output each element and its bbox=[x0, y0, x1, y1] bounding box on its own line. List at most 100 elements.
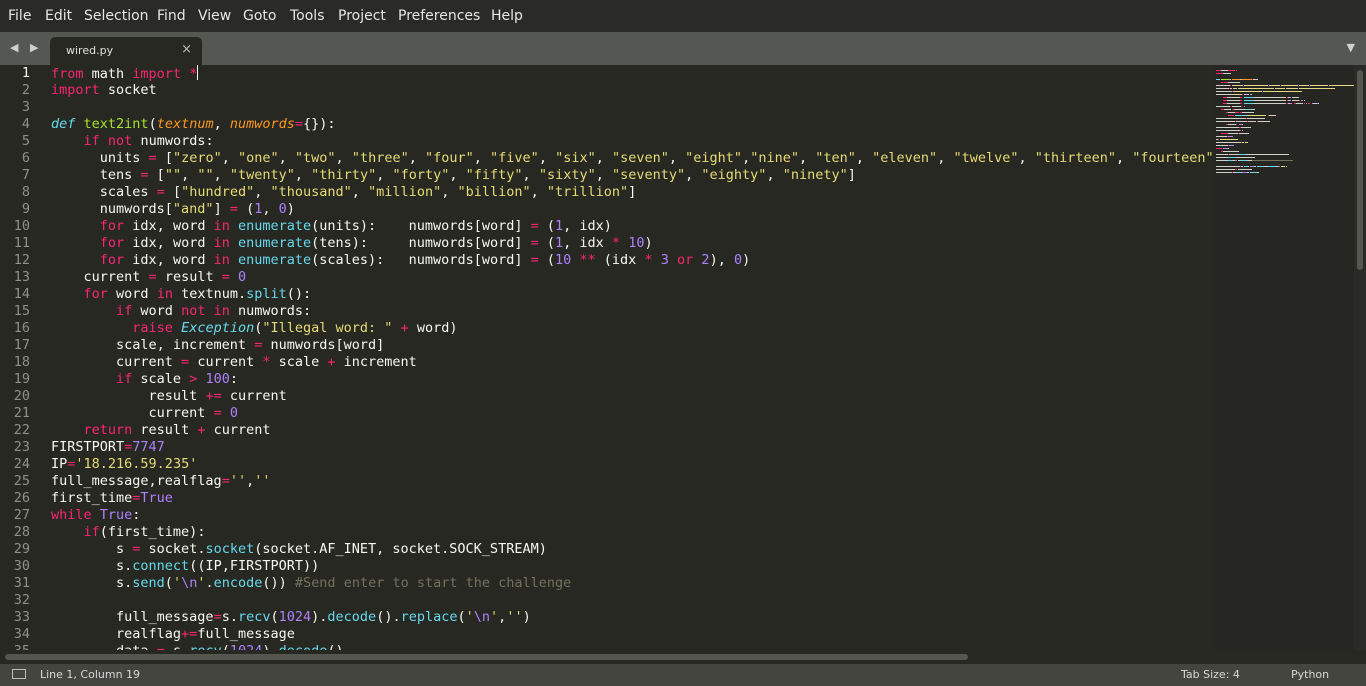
code-line[interactable]: 1 from math import * bbox=[0, 65, 1212, 82]
code-line[interactable]: 12 for idx, word in enumerate(scales): n… bbox=[0, 252, 1212, 269]
code-text[interactable]: scale, increment = numwords[word] bbox=[51, 337, 384, 354]
code-line[interactable]: 8 scales = ["hundred", "thousand", "mill… bbox=[0, 184, 1212, 201]
code-text[interactable]: def text2int(textnum, numwords={}): bbox=[51, 116, 336, 133]
code-text[interactable]: for idx, word in enumerate(units): numwo… bbox=[51, 218, 612, 235]
code-editor[interactable]: 1 from math import * 2 import socket 3 4 def t… bbox=[0, 65, 1212, 650]
code-line[interactable]: 16 raise Exception("Illegal word: " + wo… bbox=[0, 320, 1212, 337]
code-text[interactable]: full_message,realflag='','' bbox=[51, 473, 271, 490]
code-text[interactable]: scales = ["hundred", "thousand", "millio… bbox=[51, 184, 637, 201]
menu-file[interactable]: File bbox=[8, 8, 31, 24]
menu-goto[interactable]: Goto bbox=[243, 8, 276, 24]
code-token: , bbox=[538, 150, 556, 166]
code-line[interactable]: 4 def text2int(textnum, numwords={}): bbox=[0, 116, 1212, 133]
tab-nav-arrows-icon[interactable]: ◀ ▶ bbox=[10, 41, 42, 54]
horizontal-scrollbar[interactable] bbox=[0, 650, 1366, 664]
menu-edit[interactable]: Edit bbox=[45, 8, 72, 24]
code-text[interactable]: if scale > 100: bbox=[51, 371, 238, 388]
code-text[interactable]: if(first_time): bbox=[51, 524, 206, 541]
panel-toggle-icon[interactable] bbox=[12, 669, 26, 679]
code-line[interactable]: 2 import socket bbox=[0, 82, 1212, 99]
menu-preferences[interactable]: Preferences bbox=[398, 8, 480, 24]
code-line[interactable]: 6 units = ["zero", "one", "two", "three"… bbox=[0, 150, 1212, 167]
code-line[interactable]: 24 IP='18.216.59.235' bbox=[0, 456, 1212, 473]
code-text[interactable]: FIRSTPORT=7747 bbox=[51, 439, 165, 456]
code-line[interactable]: 3 bbox=[0, 99, 1212, 116]
code-text[interactable]: from math import * bbox=[51, 65, 199, 83]
code-text[interactable]: result += current bbox=[51, 388, 287, 405]
minimap-token bbox=[1243, 100, 1255, 101]
code-text[interactable]: s.send('\n'.encode()) #Send enter to sta… bbox=[51, 575, 571, 592]
code-token: , bbox=[254, 184, 271, 200]
code-text[interactable]: IP='18.216.59.235' bbox=[51, 456, 197, 473]
code-text[interactable]: for idx, word in enumerate(scales): numw… bbox=[51, 252, 750, 269]
code-text[interactable]: return result + current bbox=[51, 422, 271, 439]
close-icon[interactable]: × bbox=[181, 42, 192, 57]
code-line[interactable]: 15 if word not in numwords: bbox=[0, 303, 1212, 320]
code-line[interactable]: 9 numwords["and"] = (1, 0) bbox=[0, 201, 1212, 218]
code-text[interactable]: first_time=True bbox=[51, 490, 173, 507]
code-line[interactable]: 22 return result + current bbox=[0, 422, 1212, 439]
code-line[interactable]: 35 data = s.recv(1024).decode() bbox=[0, 643, 1212, 650]
vertical-scrollbar[interactable] bbox=[1354, 65, 1366, 650]
code-line[interactable]: 33 full_message=s.recv(1024).decode().re… bbox=[0, 609, 1212, 626]
code-line[interactable]: 7 tens = ["", "", "twenty", "thirty", "f… bbox=[0, 167, 1212, 184]
minimap-token bbox=[1266, 88, 1275, 89]
code-text[interactable]: for idx, word in enumerate(tens): numwor… bbox=[51, 235, 653, 252]
code-text[interactable]: if not numwords: bbox=[51, 133, 214, 150]
code-line[interactable]: 10 for idx, word in enumerate(units): nu… bbox=[0, 218, 1212, 235]
code-line[interactable]: 18 current = current * scale + increment bbox=[0, 354, 1212, 371]
code-text[interactable]: while True: bbox=[51, 507, 140, 524]
code-token: socket. bbox=[140, 541, 206, 557]
code-line[interactable]: 32 bbox=[0, 592, 1212, 609]
code-text[interactable]: current = current * scale + increment bbox=[51, 354, 417, 371]
code-line[interactable]: 11 for idx, word in enumerate(tens): num… bbox=[0, 235, 1212, 252]
code-line[interactable]: 14 for word in textnum.split(): bbox=[0, 286, 1212, 303]
code-text[interactable]: numwords["and"] = (1, 0) bbox=[51, 201, 295, 218]
code-line[interactable]: 28 if(first_time): bbox=[0, 524, 1212, 541]
code-line[interactable]: 5 if not numwords: bbox=[0, 133, 1212, 150]
tab-size-indicator[interactable]: Tab Size: 4 bbox=[1181, 668, 1240, 681]
tab-dropdown-icon[interactable]: ▼ bbox=[1347, 41, 1355, 54]
minimap-token bbox=[1254, 103, 1287, 104]
code-text[interactable]: current = result = 0 bbox=[51, 269, 247, 286]
code-line[interactable]: 34 realflag+=full_message bbox=[0, 626, 1212, 643]
menu-tools[interactable]: Tools bbox=[290, 8, 325, 24]
code-line[interactable]: 27 while True: bbox=[0, 507, 1212, 524]
code-line[interactable]: 31 s.send('\n'.encode()) #Send enter to … bbox=[0, 575, 1212, 592]
code-token: textnum. bbox=[172, 286, 247, 302]
menu-view[interactable]: View bbox=[198, 8, 231, 24]
code-text[interactable]: raise Exception("Illegal word: " + word) bbox=[51, 320, 457, 337]
code-line[interactable]: 21 current = 0 bbox=[0, 405, 1212, 422]
horizontal-scrollbar-thumb[interactable] bbox=[5, 654, 968, 660]
code-token: in bbox=[213, 235, 230, 251]
code-line[interactable]: 13 current = result = 0 bbox=[0, 269, 1212, 286]
code-line[interactable]: 23 FIRSTPORT=7747 bbox=[0, 439, 1212, 456]
minimap[interactable] bbox=[1212, 65, 1354, 650]
tab-wired-py[interactable]: wired.py × bbox=[50, 37, 202, 65]
code-text[interactable]: s = socket.socket(socket.AF_INET, socket… bbox=[51, 541, 547, 558]
code-line[interactable]: 30 s.connect((IP,FIRSTPORT)) bbox=[0, 558, 1212, 575]
menu-find[interactable]: Find bbox=[157, 8, 186, 24]
code-text[interactable]: current = 0 bbox=[51, 405, 238, 422]
code-text[interactable]: units = ["zero", "one", "two", "three", … bbox=[51, 150, 1212, 167]
code-text[interactable]: if word not in numwords: bbox=[51, 303, 311, 320]
menu-project[interactable]: Project bbox=[338, 8, 386, 24]
code-text[interactable]: full_message=s.recv(1024).decode().repla… bbox=[51, 609, 531, 626]
code-line[interactable]: 20 result += current bbox=[0, 388, 1212, 405]
menu-selection[interactable]: Selection bbox=[84, 8, 149, 24]
syntax-selector[interactable]: Python bbox=[1291, 668, 1329, 681]
code-text[interactable]: realflag+=full_message bbox=[51, 626, 295, 643]
code-line[interactable]: 25 full_message,realflag='','' bbox=[0, 473, 1212, 490]
code-line[interactable]: 19 if scale > 100: bbox=[0, 371, 1212, 388]
vertical-scrollbar-thumb[interactable] bbox=[1357, 70, 1363, 270]
code-line[interactable]: 26 first_time=True bbox=[0, 490, 1212, 507]
menu-help[interactable]: Help bbox=[491, 8, 523, 24]
code-token: in bbox=[213, 218, 230, 234]
code-text[interactable]: s.connect((IP,FIRSTPORT)) bbox=[51, 558, 319, 575]
code-text[interactable]: import socket bbox=[51, 82, 157, 99]
code-text[interactable]: for word in textnum.split(): bbox=[51, 286, 312, 303]
code-text[interactable]: data = s.recv(1024).decode() bbox=[51, 643, 344, 650]
code-text[interactable]: tens = ["", "", "twenty", "thirty", "for… bbox=[51, 167, 856, 184]
code-line[interactable]: 29 s = socket.socket(socket.AF_INET, soc… bbox=[0, 541, 1212, 558]
code-line[interactable]: 17 scale, increment = numwords[word] bbox=[0, 337, 1212, 354]
